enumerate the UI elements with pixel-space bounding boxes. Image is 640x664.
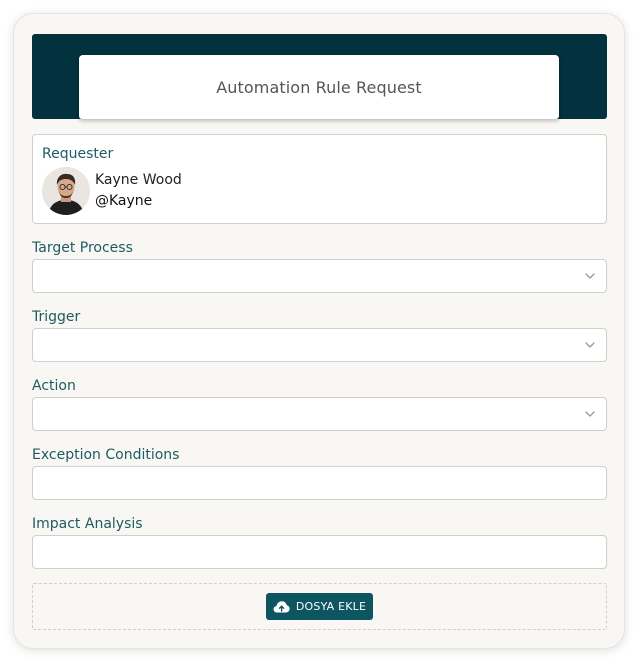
avatar-image — [42, 167, 90, 215]
form-title: Automation Rule Request — [216, 77, 422, 97]
requester-box: Requester Kayne Wood @Kayne — [32, 134, 607, 224]
action-select[interactable] — [32, 397, 607, 431]
add-file-label: DOSYA EKLE — [295, 600, 367, 613]
exception-conditions-input[interactable] — [32, 466, 607, 500]
target-process-select[interactable] — [32, 259, 607, 293]
exception-conditions-label: Exception Conditions — [32, 447, 180, 463]
requester-label: Requester — [42, 146, 114, 162]
chevron-down-icon — [585, 342, 595, 348]
requester-name: Kayne Wood — [95, 172, 182, 188]
chevron-down-icon — [585, 411, 595, 417]
action-label: Action — [32, 378, 76, 394]
chevron-down-icon — [585, 273, 595, 279]
trigger-label: Trigger — [32, 309, 81, 325]
impact-analysis-label: Impact Analysis — [32, 516, 143, 532]
file-drop-zone[interactable]: DOSYA EKLE — [32, 583, 607, 630]
impact-analysis-input[interactable] — [32, 535, 607, 569]
title-card: Automation Rule Request — [79, 55, 559, 119]
requester-handle: @Kayne — [95, 193, 153, 209]
cloud-upload-icon — [273, 600, 290, 612]
avatar — [42, 167, 90, 215]
form-header: Automation Rule Request — [32, 34, 607, 119]
target-process-label: Target Process — [32, 240, 133, 256]
trigger-select[interactable] — [32, 328, 607, 362]
add-file-button[interactable]: DOSYA EKLE — [266, 593, 373, 620]
